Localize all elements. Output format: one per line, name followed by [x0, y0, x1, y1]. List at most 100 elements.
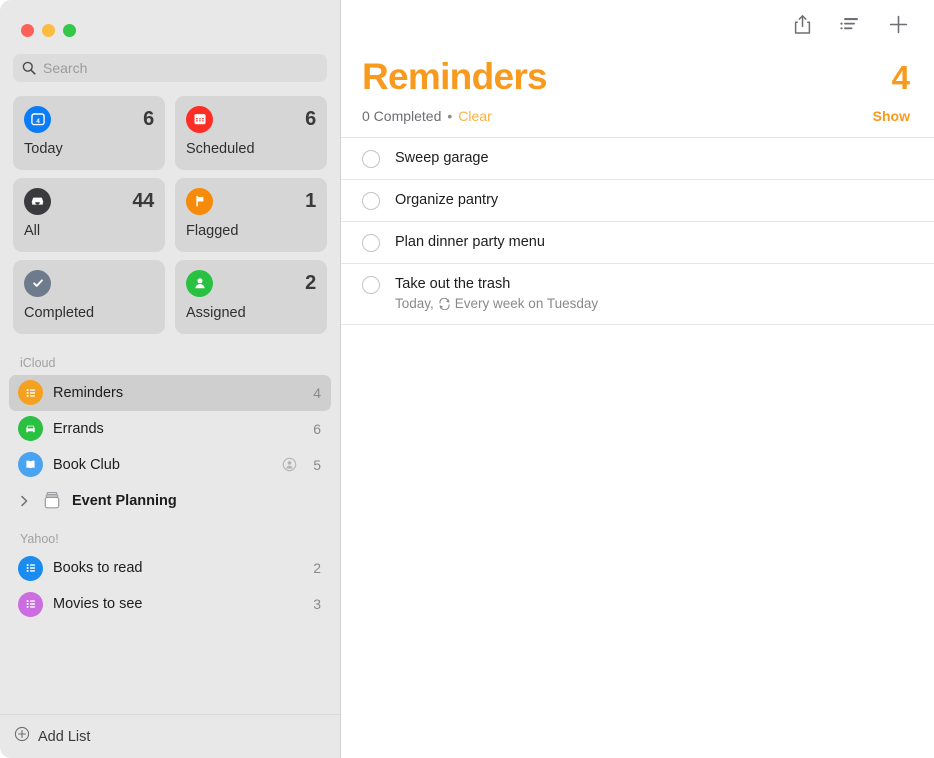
reminder-body: Organize pantry — [395, 191, 498, 209]
sidebar-item-count: 3 — [313, 596, 321, 612]
zoom-button[interactable] — [63, 24, 76, 37]
smart-list-count: 6 — [305, 109, 316, 129]
search-container — [0, 46, 340, 82]
smart-list-label: Flagged — [186, 224, 316, 239]
search-box[interactable] — [13, 54, 327, 82]
sidebar-item-label: Movies to see — [53, 596, 303, 612]
sidebar-item-movies-to-see[interactable]: Movies to see 3 — [9, 586, 331, 622]
list-bullet-icon — [18, 380, 43, 405]
completed-summary: 0 Completed • Clear — [362, 108, 492, 124]
reminder-due-date: Today, — [395, 296, 434, 313]
sidebar-item-count: 4 — [313, 385, 321, 401]
person-icon — [186, 270, 213, 297]
sidebar-item-book-club[interactable]: Book Club 5 — [9, 447, 331, 483]
reminder-body: Take out the trash Today, Every week on … — [395, 275, 598, 313]
smart-list-count: 1 — [305, 191, 316, 211]
sidebar-item-label: Errands — [53, 421, 303, 437]
reminder-recurrence: Every week on Tuesday — [455, 296, 598, 313]
sort-list-icon[interactable] — [838, 12, 862, 36]
smart-list-label: All — [24, 224, 154, 239]
sidebar-item-books-to-read[interactable]: Books to read 2 — [9, 550, 331, 586]
list-bullet-icon — [18, 592, 43, 617]
reminder-checkbox[interactable] — [362, 150, 380, 168]
sidebar-item-label: Book Club — [53, 457, 272, 473]
list-total-count: 4 — [892, 61, 910, 96]
sidebar-item-count: 5 — [313, 457, 321, 473]
flag-icon — [186, 188, 213, 215]
reminder-checkbox[interactable] — [362, 192, 380, 210]
list-meta-row: 0 Completed • Clear Show — [341, 97, 934, 124]
smart-list-count: 2 — [305, 273, 316, 293]
reminder-item[interactable]: Sweep garage — [341, 137, 934, 179]
completed-count-label: 0 Completed — [362, 108, 441, 124]
reminders-window: 4 6 Today — [0, 0, 934, 758]
smart-list-scheduled[interactable]: 6 Scheduled — [175, 96, 327, 170]
page-title: Reminders — [362, 58, 547, 97]
calendar-icon — [186, 106, 213, 133]
sidebar-item-reminders[interactable]: Reminders 4 — [9, 375, 331, 411]
book-icon — [18, 452, 43, 477]
reminder-title: Organize pantry — [395, 191, 498, 209]
smart-list-flagged[interactable]: 1 Flagged — [175, 178, 327, 252]
section-header-icloud: iCloud — [0, 343, 340, 375]
reminder-checkbox[interactable] — [362, 276, 380, 294]
chevron-right-icon[interactable] — [18, 494, 31, 507]
share-icon[interactable] — [790, 12, 814, 36]
smart-list-assigned[interactable]: 2 Assigned — [175, 260, 327, 334]
shared-list-icon — [282, 457, 297, 472]
smart-list-all[interactable]: 44 All — [13, 178, 165, 252]
sidebar: 4 6 Today — [0, 0, 341, 758]
show-completed-button[interactable]: Show — [873, 108, 910, 124]
inbox-tray-icon — [24, 188, 51, 215]
smart-list-label: Assigned — [186, 306, 316, 321]
group-folder-icon — [38, 491, 65, 511]
list-sections: iCloud Reminders 4 — [0, 343, 340, 622]
clear-completed-button[interactable]: Clear — [458, 108, 491, 124]
calendar-day-icon: 4 — [24, 106, 51, 133]
repeat-icon — [438, 298, 451, 310]
add-list-button[interactable]: Add List — [0, 714, 340, 758]
reminder-body: Plan dinner party menu — [395, 233, 545, 251]
reminder-item[interactable]: Plan dinner party menu — [341, 221, 934, 263]
reminder-title: Sweep garage — [395, 149, 489, 167]
checkmark-icon — [24, 270, 51, 297]
list-bullet-icon — [18, 556, 43, 581]
close-button[interactable] — [21, 24, 34, 37]
reminder-item[interactable]: Take out the trash Today, Every week on … — [341, 263, 934, 325]
plus-circle-icon — [14, 726, 30, 747]
smart-list-completed[interactable]: Completed — [13, 260, 165, 334]
sidebar-item-count: 6 — [313, 421, 321, 437]
sidebar-item-errands[interactable]: Errands 6 — [9, 411, 331, 447]
list-header: Reminders 4 — [341, 48, 934, 97]
search-icon — [22, 61, 36, 75]
search-input[interactable] — [43, 60, 318, 76]
smart-list-label: Completed — [24, 306, 154, 321]
svg-text:4: 4 — [36, 118, 40, 125]
main-content: Reminders 4 0 Completed • Clear Show Swe… — [341, 0, 934, 758]
sidebar-item-count: 2 — [313, 560, 321, 576]
sidebar-group-event-planning[interactable]: Event Planning — [9, 483, 331, 519]
smart-list-today[interactable]: 4 6 Today — [13, 96, 165, 170]
reminders-list: Sweep garage Organize pantry Plan dinner… — [341, 137, 934, 758]
reminder-checkbox[interactable] — [362, 234, 380, 252]
reminder-title: Plan dinner party menu — [395, 233, 545, 251]
smart-list-count: 44 — [132, 191, 154, 211]
reminder-body: Sweep garage — [395, 149, 489, 167]
minimize-button[interactable] — [42, 24, 55, 37]
meta-separator: • — [447, 108, 452, 124]
sidebar-item-label: Reminders — [53, 385, 303, 401]
smart-lists-grid: 4 6 Today — [0, 82, 340, 334]
toolbar — [341, 0, 934, 48]
sidebar-group-label: Event Planning — [72, 493, 177, 509]
smart-list-count: 6 — [143, 109, 154, 129]
add-list-label: Add List — [38, 729, 90, 745]
smart-list-label: Today — [24, 142, 154, 157]
sidebar-item-label: Books to read — [53, 560, 303, 576]
reminder-subtitle: Today, Every week on Tuesday — [395, 296, 598, 313]
section-header-yahoo: Yahoo! — [0, 519, 340, 551]
window-traffic-lights — [0, 0, 340, 46]
plus-icon[interactable] — [886, 12, 910, 36]
reminder-title: Take out the trash — [395, 275, 598, 293]
reminder-item[interactable]: Organize pantry — [341, 179, 934, 221]
car-icon — [18, 416, 43, 441]
